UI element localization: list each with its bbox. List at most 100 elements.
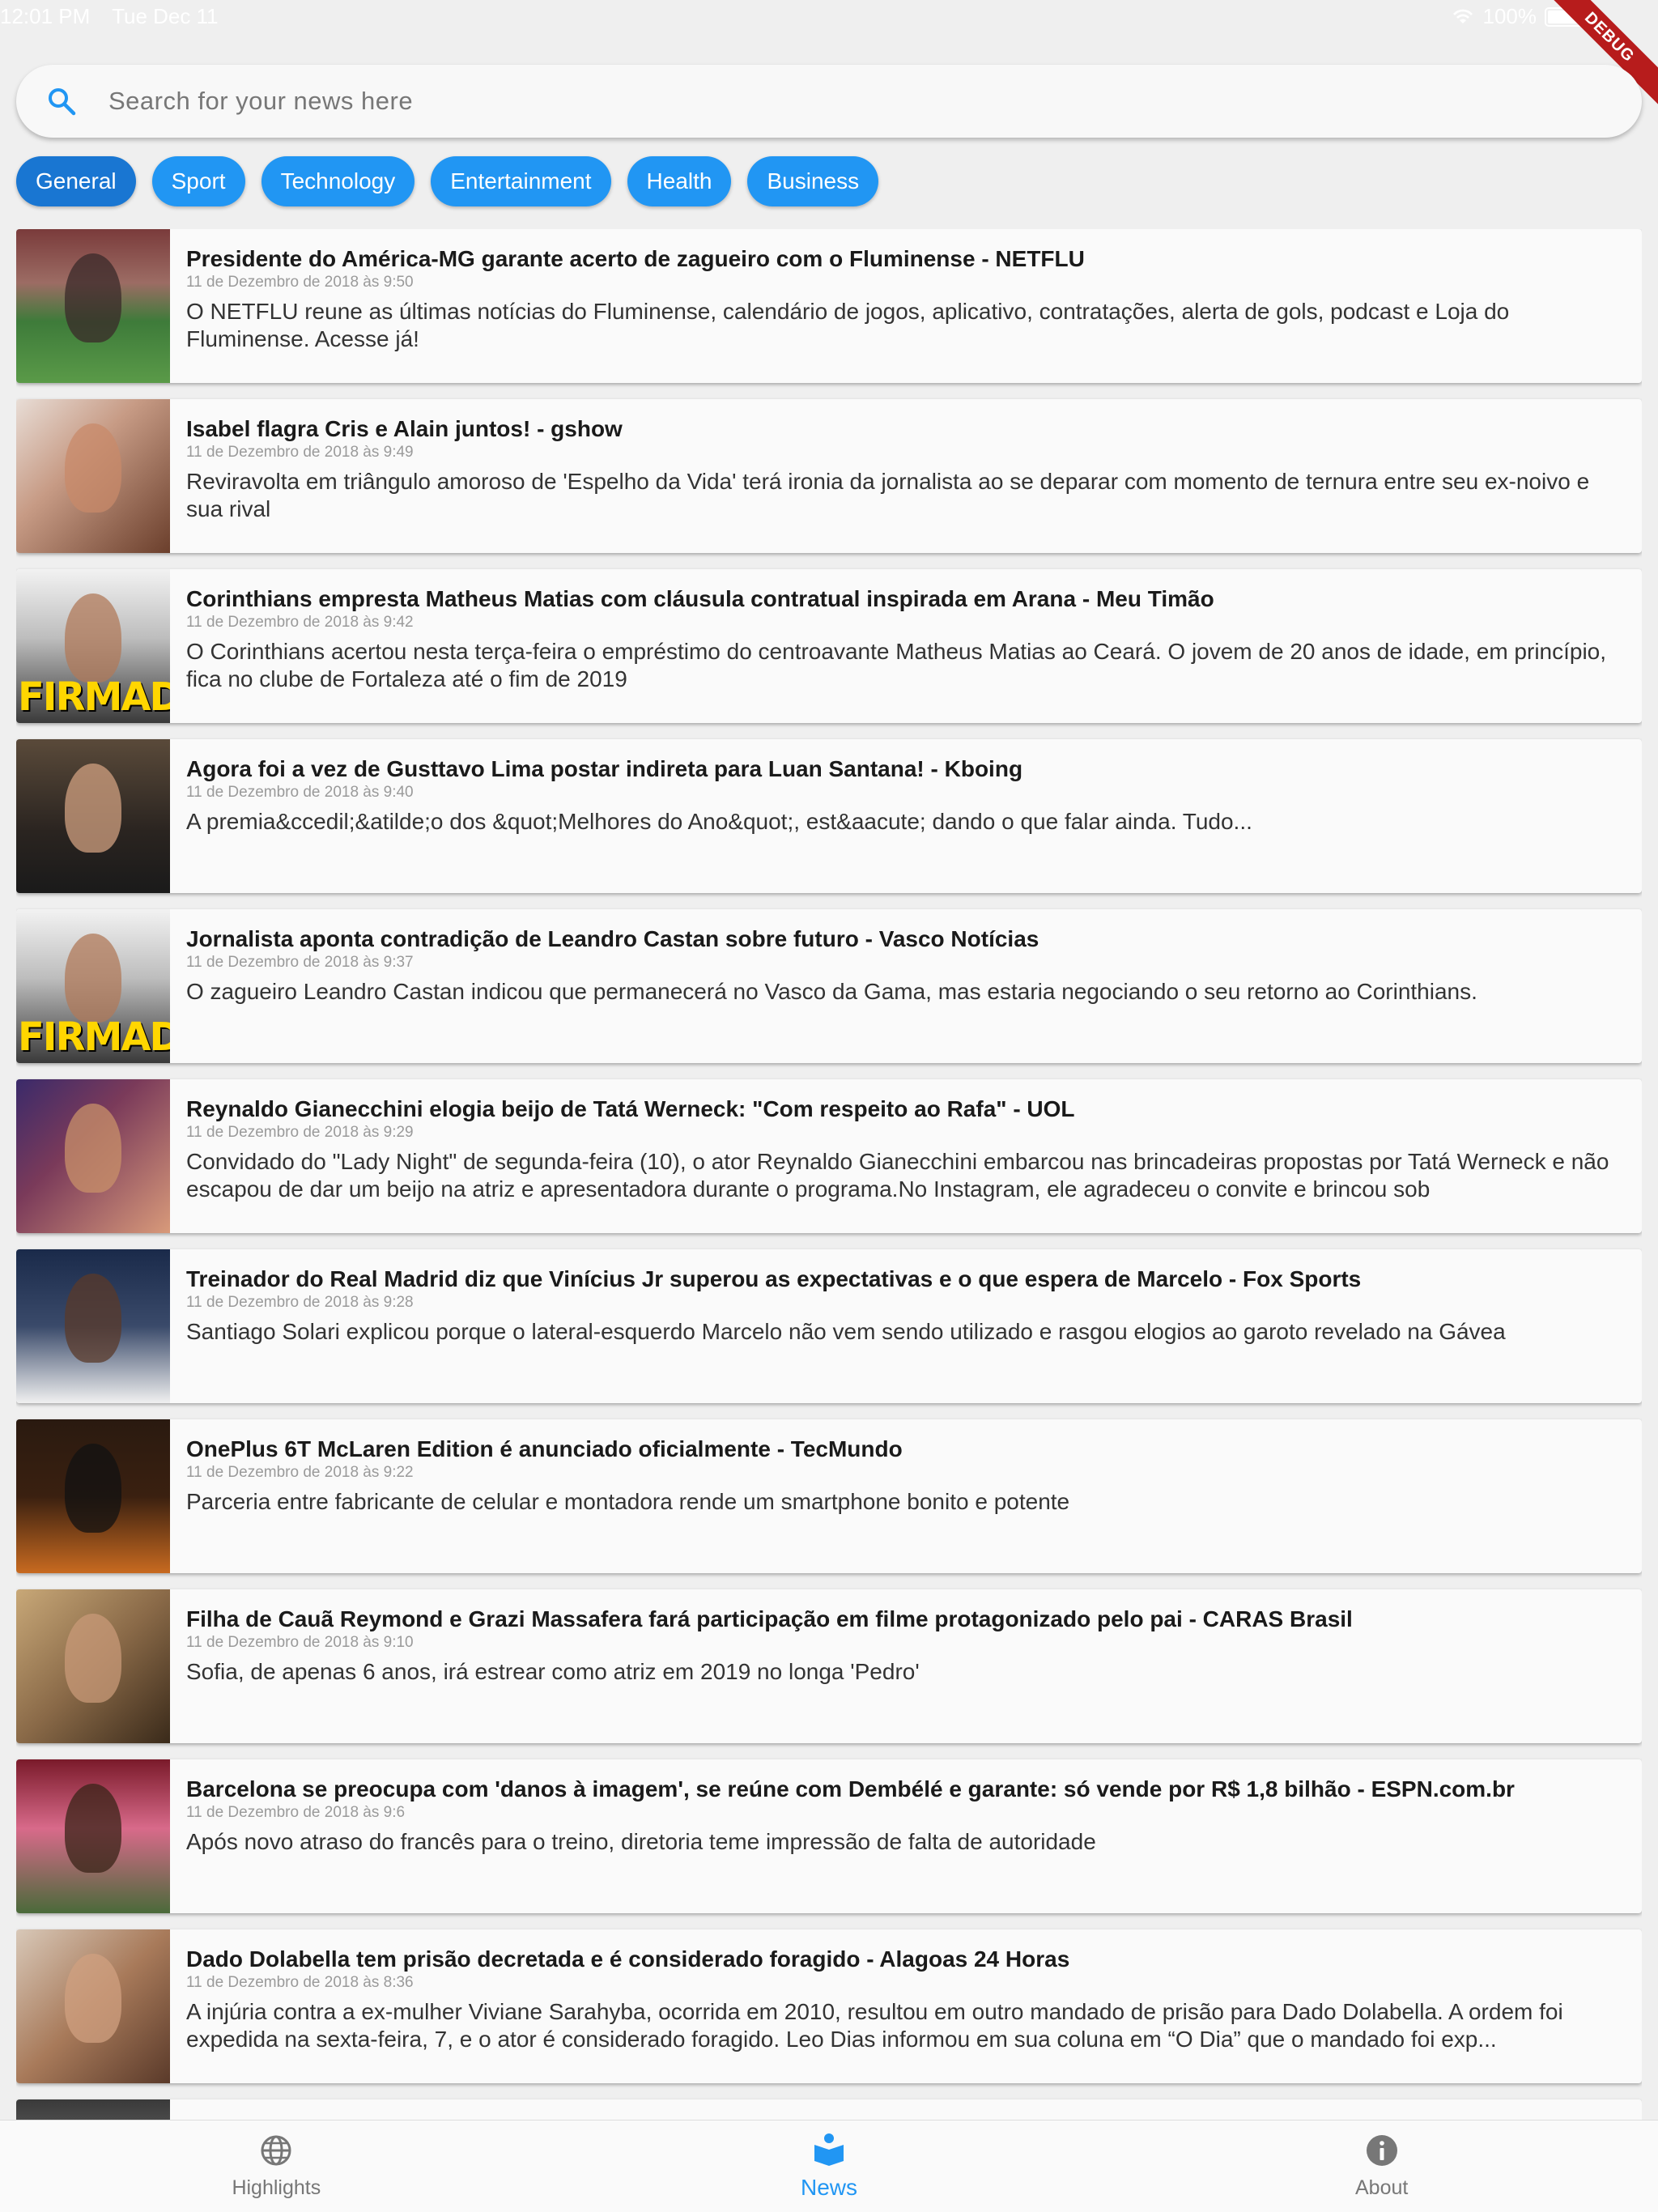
- news-card[interactable]: OnePlus 6T McLaren Edition é anunciado o…: [16, 1419, 1642, 1573]
- category-chip-general[interactable]: General: [16, 156, 136, 206]
- category-chip-business[interactable]: Business: [747, 156, 879, 206]
- nav-item-label: News: [801, 2175, 858, 2200]
- search-bar[interactable]: [16, 65, 1642, 138]
- nav-item-news[interactable]: News: [553, 2121, 1106, 2212]
- news-thumbnail: [16, 1589, 170, 1743]
- thumbnail-figure: [65, 1444, 121, 1533]
- thumbnail-figure: [65, 593, 121, 683]
- news-body: OnePlus 6T McLaren Edition é anunciado o…: [170, 1419, 1642, 1573]
- news-title[interactable]: Treinador do Real Madrid diz que Viníciu…: [186, 1266, 1629, 1293]
- news-description: A injúria contra a ex-mulher Viviane Sar…: [186, 1999, 1563, 2052]
- nav-item-label: Highlights: [232, 2176, 321, 2199]
- news-thumbnail: [16, 739, 170, 893]
- search-input[interactable]: [108, 87, 1566, 116]
- news-body: Agora foi a vez de Gusttavo Lima postar …: [170, 739, 1642, 893]
- news-date: 11 de Dezembro de 2018 às 9:28: [186, 1294, 414, 1311]
- news-body: [170, 2099, 1642, 2120]
- news-title[interactable]: Filha de Cauã Reymond e Grazi Massafera …: [186, 1606, 1629, 1633]
- nav-item-label: About: [1355, 2176, 1409, 2199]
- nav-item-about[interactable]: About: [1105, 2121, 1658, 2212]
- news-description: O zagueiro Leandro Castan indicou que pe…: [186, 979, 1477, 1004]
- news-title[interactable]: Barcelona se preocupa com 'danos à image…: [186, 1776, 1629, 1803]
- news-thumbnail: [16, 2099, 170, 2120]
- thumbnail-overlay-text: FIRMADO!: [18, 674, 170, 720]
- news-date: 11 de Dezembro de 2018 às 9:29: [186, 1124, 414, 1141]
- thumbnail-figure: [65, 1614, 121, 1703]
- news-thumbnail: FIRMADO!: [16, 909, 170, 1063]
- news-thumbnail: [16, 1759, 170, 1913]
- search-icon: [49, 88, 76, 116]
- news-thumbnail: [16, 1079, 170, 1233]
- thumbnail-figure: [65, 423, 121, 513]
- news-card[interactable]: Agora foi a vez de Gusttavo Lima postar …: [16, 739, 1642, 893]
- app-screen: 12:01 PM Tue Dec 11 100% DEBUG General Sp…: [0, 0, 1658, 2212]
- news-card[interactable]: Treinador do Real Madrid diz que Viníciu…: [16, 1249, 1642, 1403]
- thumbnail-figure: [65, 1784, 121, 1873]
- info-icon: [1365, 2133, 1399, 2176]
- thumbnail-overlay-text: FIRMADO!: [18, 1015, 170, 1060]
- news-title[interactable]: Jornalista aponta contradição de Leandro…: [186, 925, 1629, 953]
- news-thumbnail: [16, 229, 170, 383]
- category-chip-entertainment[interactable]: Entertainment: [431, 156, 611, 206]
- news-card[interactable]: FIRMADO! Corinthians empresta Matheus Mat…: [16, 569, 1642, 723]
- news-body: Presidente do América-MG garante acerto …: [170, 229, 1642, 383]
- news-description: O Corinthians acertou nesta terça-feira …: [186, 639, 1607, 691]
- wifi-icon: [1452, 9, 1473, 23]
- news-date: 11 de Dezembro de 2018 às 9:10: [186, 1634, 414, 1651]
- news-title[interactable]: Corinthians empresta Matheus Matias com …: [186, 585, 1629, 613]
- news-body: Reynaldo Gianecchini elogia beijo de Tat…: [170, 1079, 1642, 1233]
- news-list[interactable]: Presidente do América-MG garante acerto …: [16, 229, 1642, 2120]
- thumbnail-figure: [65, 1274, 121, 1363]
- news-card[interactable]: Presidente do América-MG garante acerto …: [16, 229, 1642, 383]
- thumbnail-figure: [65, 1954, 121, 2043]
- category-chips: General Sport Technology Entertainment Healt…: [16, 156, 879, 206]
- news-card[interactable]: FIRMADO! Jornalista aponta contradição de…: [16, 909, 1642, 1063]
- category-chip-health[interactable]: Health: [627, 156, 732, 206]
- news-description: A premia&ccedil;&atilde;o dos &quot;Melh…: [186, 809, 1252, 834]
- news-body: Barcelona se preocupa com 'danos à image…: [170, 1759, 1642, 1913]
- news-thumbnail: [16, 1929, 170, 2083]
- category-chip-sport[interactable]: Sport: [151, 156, 245, 206]
- thumbnail-figure: [65, 764, 121, 853]
- news-description: Sofia, de apenas 6 anos, irá estrear com…: [186, 1659, 920, 1684]
- thumbnail-figure: [65, 253, 121, 342]
- news-title[interactable]: Reynaldo Gianecchini elogia beijo de Tat…: [186, 1095, 1629, 1123]
- news-thumbnail: [16, 1249, 170, 1403]
- news-card[interactable]: [16, 2099, 1642, 2120]
- news-thumbnail: [16, 1419, 170, 1573]
- news-description: Parceria entre fabricante de celular e m…: [186, 1489, 1070, 1514]
- news-description: Convidado do "Lady Night" de segunda-fei…: [186, 1149, 1609, 1202]
- battery-percent: 100%: [1482, 4, 1537, 28]
- category-chip-technology[interactable]: Technology: [261, 156, 415, 206]
- news-title[interactable]: Agora foi a vez de Gusttavo Lima postar …: [186, 755, 1629, 783]
- news-body: Corinthians empresta Matheus Matias com …: [170, 569, 1642, 723]
- news-body: Filha de Cauã Reymond e Grazi Massafera …: [170, 1589, 1642, 1743]
- thumbnail-figure: [65, 1104, 121, 1193]
- news-description: Santiago Solari explicou porque o latera…: [186, 1319, 1506, 1344]
- news-date: 11 de Dezembro de 2018 às 9:42: [186, 614, 414, 631]
- news-date: 11 de Dezembro de 2018 às 9:6: [186, 1804, 406, 1821]
- news-date: 11 de Dezembro de 2018 às 9:40: [186, 784, 414, 801]
- news-description: Após novo atraso do francês para o trein…: [186, 1829, 1096, 1854]
- news-description: O NETFLU reune as últimas notícias do Fl…: [186, 299, 1510, 351]
- news-card[interactable]: Isabel flagra Cris e Alain juntos! - gsh…: [16, 399, 1642, 553]
- news-title[interactable]: OnePlus 6T McLaren Edition é anunciado o…: [186, 1436, 1629, 1463]
- news-body: Jornalista aponta contradição de Leandro…: [170, 909, 1642, 1063]
- bottom-navigation: Highlights News About: [0, 2120, 1658, 2212]
- news-title[interactable]: Presidente do América-MG garante acerto …: [186, 245, 1629, 273]
- news-date: 11 de Dezembro de 2018 às 9:50: [186, 274, 414, 291]
- news-body: Treinador do Real Madrid diz que Viníciu…: [170, 1249, 1642, 1403]
- news-body: Dado Dolabella tem prisão decretada e é …: [170, 1929, 1642, 2083]
- news-date: 11 de Dezembro de 2018 às 9:22: [186, 1464, 414, 1481]
- news-card[interactable]: Filha de Cauã Reymond e Grazi Massafera …: [16, 1589, 1642, 1743]
- news-title[interactable]: Isabel flagra Cris e Alain juntos! - gsh…: [186, 415, 1629, 443]
- status-time: 12:01 PM: [0, 4, 91, 28]
- news-thumbnail: [16, 399, 170, 553]
- nav-item-highlights[interactable]: Highlights: [0, 2121, 553, 2212]
- news-card[interactable]: Barcelona se preocupa com 'danos à image…: [16, 1759, 1642, 1913]
- news-body: Isabel flagra Cris e Alain juntos! - gsh…: [170, 399, 1642, 553]
- news-card[interactable]: Reynaldo Gianecchini elogia beijo de Tat…: [16, 1079, 1642, 1233]
- news-title[interactable]: Dado Dolabella tem prisão decretada e é …: [186, 1946, 1629, 1973]
- news-date: 11 de Dezembro de 2018 às 9:49: [186, 444, 414, 461]
- news-card[interactable]: Dado Dolabella tem prisão decretada e é …: [16, 1929, 1642, 2083]
